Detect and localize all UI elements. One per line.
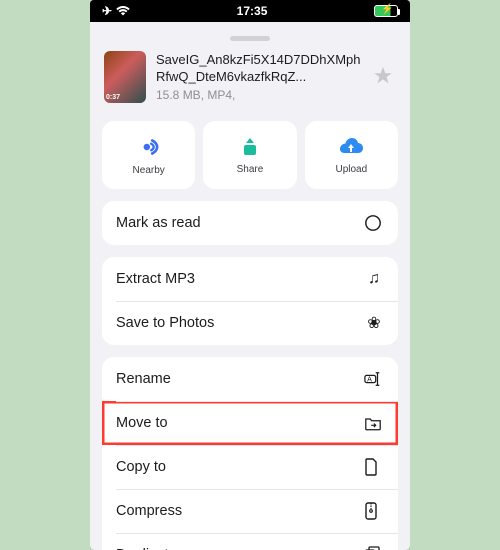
- upload-icon: [337, 135, 365, 159]
- music-note-icon: ♫: [364, 270, 384, 288]
- save-to-photos-row[interactable]: Save to Photos ❀: [102, 301, 398, 345]
- video-duration: 0:37: [106, 94, 120, 101]
- file-name: SaveIG_An8kzFi5X14D7DDhXMphRfwQ_DteM6vka…: [156, 52, 362, 86]
- video-thumbnail[interactable]: 0:37: [104, 51, 146, 103]
- clock: 17:35: [237, 4, 268, 18]
- phone-frame: ✈ 17:35 ⚡ 0:37 SaveIG_An8kzFi5X14D7DDhXM…: [90, 0, 410, 550]
- action-group-3: Rename A Move to Copy to Compress Duplic…: [102, 357, 398, 550]
- upload-label: Upload: [335, 164, 367, 175]
- compress-row[interactable]: Compress: [102, 489, 398, 533]
- document-icon: [364, 458, 384, 476]
- duplicate-icon: [364, 546, 384, 550]
- action-group-1: Mark as read: [102, 201, 398, 245]
- share-row: Nearby Share Upload: [90, 121, 410, 201]
- status-bar: ✈ 17:35 ⚡: [90, 0, 410, 22]
- file-meta: 15.8 MB, MP4,: [156, 88, 362, 102]
- zip-icon: [364, 502, 384, 520]
- upload-button[interactable]: Upload: [305, 121, 398, 189]
- share-button[interactable]: Share: [203, 121, 296, 189]
- rename-row[interactable]: Rename A: [102, 357, 398, 401]
- photos-flower-icon: ❀: [364, 313, 384, 333]
- action-sheet: 0:37 SaveIG_An8kzFi5X14D7DDhXMphRfwQ_Dte…: [90, 30, 410, 550]
- folder-arrow-icon: [364, 416, 384, 431]
- nearby-label: Nearby: [133, 165, 165, 176]
- share-label: Share: [237, 164, 264, 175]
- sheet-grabber[interactable]: [230, 36, 270, 41]
- circle-icon: [364, 214, 384, 232]
- move-to-row[interactable]: Move to: [102, 401, 398, 445]
- wifi-icon: [116, 6, 130, 16]
- rename-icon: A: [364, 372, 384, 386]
- mark-as-read-row[interactable]: Mark as read: [102, 201, 398, 245]
- svg-text:A: A: [367, 375, 372, 384]
- duplicate-row[interactable]: Duplicate: [102, 533, 398, 550]
- share-icon: [238, 135, 262, 159]
- action-group-2: Extract MP3 ♫ Save to Photos ❀: [102, 257, 398, 345]
- file-header: 0:37 SaveIG_An8kzFi5X14D7DDhXMphRfwQ_Dte…: [90, 51, 410, 121]
- nearby-button[interactable]: Nearby: [102, 121, 195, 189]
- copy-to-row[interactable]: Copy to: [102, 445, 398, 489]
- nearby-icon: [136, 134, 162, 160]
- extract-mp3-row[interactable]: Extract MP3 ♫: [102, 257, 398, 301]
- airplane-mode-icon: ✈: [102, 4, 112, 18]
- battery-icon: ⚡: [374, 5, 398, 17]
- favorite-star-icon[interactable]: [372, 65, 396, 89]
